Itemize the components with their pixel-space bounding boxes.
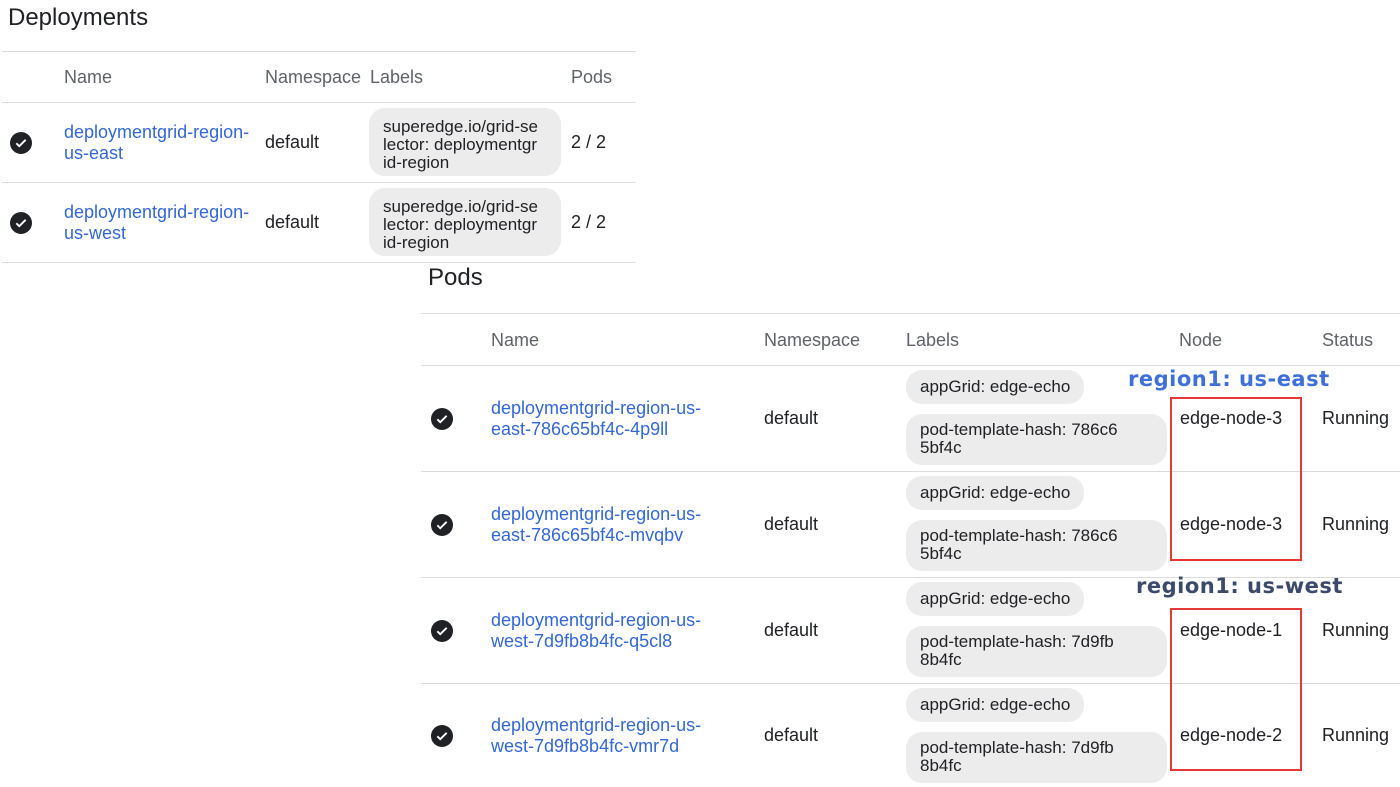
label-line: lector: deploymentgr	[383, 135, 538, 154]
label-line: pod-template-hash: 7d9fb	[920, 738, 1114, 757]
pod-label-chip-hash: pod-template-hash: 786c6 5bf4c	[906, 414, 1167, 465]
row-divider	[2, 262, 636, 263]
pods-header-divider-top	[421, 313, 1400, 314]
check-circle-icon	[431, 725, 453, 747]
pods-title: Pods	[428, 264, 483, 291]
pods-col-labels: Labels	[906, 330, 960, 350]
pod-link[interactable]: deploymentgrid-region-us- east-786c65bf4…	[491, 398, 701, 440]
pods-col-name[interactable]: Name	[491, 330, 539, 351]
label-line: lector: deploymentgr	[383, 215, 538, 234]
pod-name-line: east-786c65bf4c-mvqbv	[491, 525, 684, 545]
check-circle-icon	[431, 620, 453, 642]
deployments-col-namespace[interactable]: Namespace	[265, 67, 361, 88]
label-line: superedge.io/grid-se	[383, 117, 538, 136]
deployment-label-chip: superedge.io/grid-se lector: deploymentg…	[369, 188, 561, 256]
label-line: 5bf4c	[920, 544, 962, 563]
deployments-col-name[interactable]: Name	[64, 67, 112, 88]
label-line: 5bf4c	[920, 438, 962, 457]
annotation-region-us-east: region1: us-east	[1128, 367, 1330, 391]
label-line: 8b4fc	[920, 650, 962, 669]
pod-label-chip-hash: pod-template-hash: 786c6 5bf4c	[906, 520, 1167, 571]
deployment-namespace: default	[265, 132, 320, 152]
check-circle-icon	[431, 514, 453, 536]
pod-status: Running	[1322, 408, 1390, 428]
pod-label-chip-app: appGrid: edge-echo	[906, 476, 1085, 510]
pod-namespace: default	[764, 725, 819, 745]
deployment-label-chip: superedge.io/grid-se lector: deploymentg…	[369, 108, 561, 176]
pod-link[interactable]: deploymentgrid-region-us- west-7d9fb8b4f…	[491, 715, 701, 757]
pod-status: Running	[1322, 725, 1390, 745]
deployment-link-us-east[interactable]: deploymentgrid-region- us-east	[64, 122, 249, 164]
deployment-name-line: us-east	[64, 143, 124, 163]
label-line: pod-template-hash: 786c6	[920, 526, 1118, 545]
label-text: appGrid: edge-echo	[920, 589, 1071, 608]
check-circle-icon	[431, 408, 453, 430]
label-line: id-region	[383, 153, 450, 172]
annotation-region-us-west: region1: us-west	[1136, 574, 1343, 598]
pod-link[interactable]: deploymentgrid-region-us- west-7d9fb8b4f…	[491, 610, 701, 652]
deployment-name-line: us-west	[64, 223, 127, 243]
deployment-name-line: deploymentgrid-region-	[64, 122, 250, 142]
check-circle-icon	[10, 212, 32, 234]
label-text: appGrid: edge-echo	[920, 377, 1071, 396]
pods-col-namespace[interactable]: Namespace	[764, 330, 860, 351]
pod-name-line: deploymentgrid-region-us-	[491, 398, 702, 418]
pod-label-chip-app: appGrid: edge-echo	[906, 582, 1085, 616]
label-text: appGrid: edge-echo	[920, 483, 1071, 502]
pod-namespace: default	[764, 620, 819, 640]
pods-col-status[interactable]: Status	[1322, 330, 1373, 351]
deployment-name-line: deploymentgrid-region-	[64, 202, 250, 222]
check-circle-icon	[10, 132, 32, 154]
pod-label-chip-app: appGrid: edge-echo	[906, 370, 1085, 404]
pod-name-line: east-786c65bf4c-4p9ll	[491, 419, 669, 439]
deployment-pods-count: 2 / 2	[571, 132, 607, 152]
deployments-title: Deployments	[8, 4, 149, 31]
pods-col-node[interactable]: Node	[1179, 330, 1222, 351]
highlight-box-us-west	[1170, 608, 1302, 771]
pod-name-line: deploymentgrid-region-us-	[491, 715, 702, 735]
pod-status: Running	[1322, 620, 1390, 640]
label-line: superedge.io/grid-se	[383, 197, 538, 216]
pod-name-line: west-7d9fb8b4fc-q5cl8	[491, 631, 673, 651]
pod-namespace: default	[764, 408, 819, 428]
pod-status: Running	[1322, 514, 1390, 534]
pod-label-chip-app: appGrid: edge-echo	[906, 688, 1085, 722]
pod-label-chip-hash: pod-template-hash: 7d9fb 8b4fc	[906, 626, 1167, 677]
deployments-col-labels: Labels	[370, 67, 424, 87]
pod-label-chip-hash: pod-template-hash: 7d9fb 8b4fc	[906, 732, 1167, 783]
label-text: appGrid: edge-echo	[920, 695, 1071, 714]
pod-name-line: west-7d9fb8b4fc-vmr7d	[491, 736, 680, 756]
pod-name-line: deploymentgrid-region-us-	[491, 504, 702, 524]
deployment-pods-count: 2 / 2	[571, 212, 607, 232]
deployments-col-pods[interactable]: Pods	[571, 67, 612, 88]
pod-namespace: default	[764, 514, 819, 534]
deployment-link-us-west[interactable]: deploymentgrid-region- us-west	[64, 202, 249, 244]
label-line: pod-template-hash: 7d9fb	[920, 632, 1114, 651]
pod-link[interactable]: deploymentgrid-region-us- east-786c65bf4…	[491, 504, 701, 546]
label-line: 8b4fc	[920, 756, 962, 775]
deployment-namespace: default	[265, 212, 320, 232]
label-line: pod-template-hash: 786c6	[920, 420, 1118, 439]
label-line: id-region	[383, 233, 450, 252]
pod-name-line: deploymentgrid-region-us-	[491, 610, 702, 630]
deployments-header-divider-top	[2, 51, 636, 52]
highlight-box-us-east	[1170, 397, 1302, 561]
